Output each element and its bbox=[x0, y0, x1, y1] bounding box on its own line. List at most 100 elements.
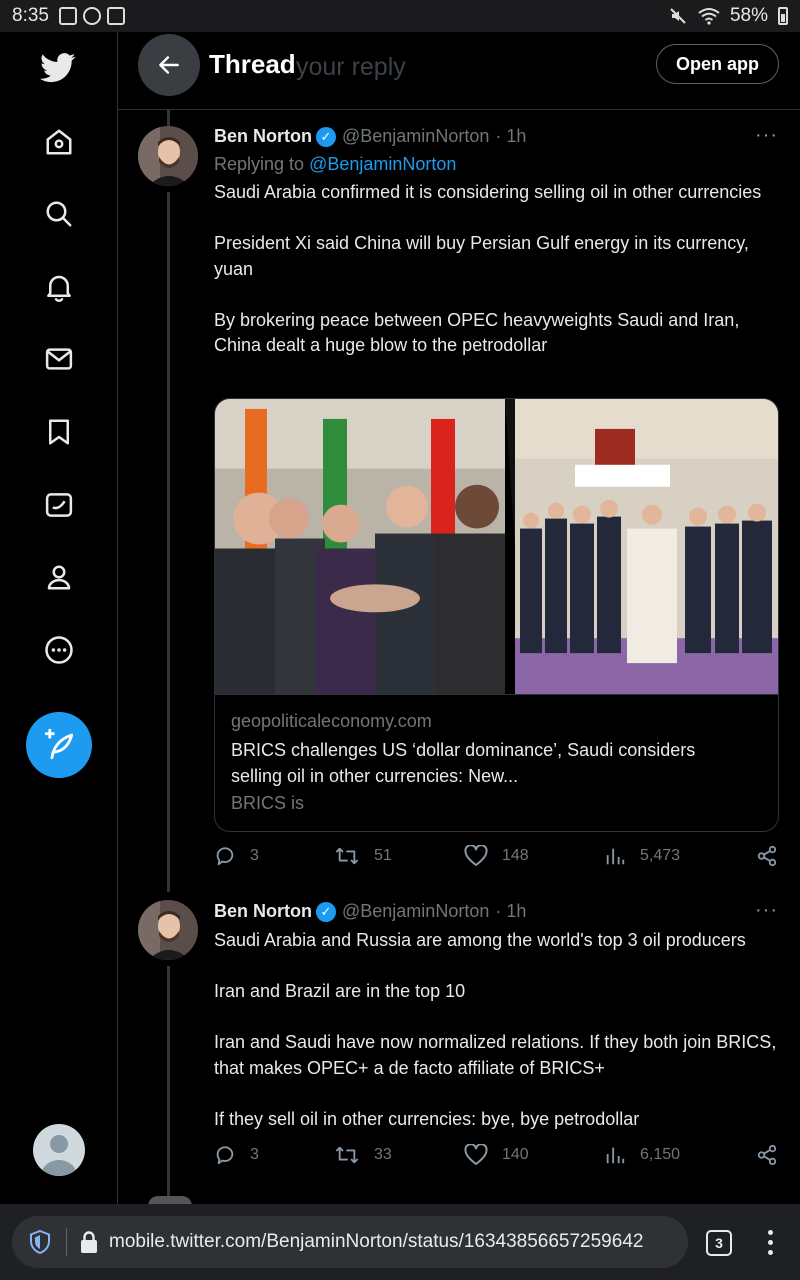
tweet-time[interactable]: · 1h bbox=[495, 901, 526, 922]
tab-switcher-button[interactable]: 3 bbox=[706, 1230, 732, 1256]
nav-profile[interactable] bbox=[35, 553, 83, 601]
share-icon bbox=[757, 845, 777, 867]
link-card-title: BRICS challenges US ‘dollar dominance’, … bbox=[231, 740, 696, 786]
battery-icon bbox=[778, 7, 788, 25]
avatar[interactable] bbox=[138, 900, 198, 960]
browser-toolbar: mobile.twitter.com/BenjaminNorton/status… bbox=[0, 1204, 800, 1280]
url-text: mobile.twitter.com/BenjaminNorton/status… bbox=[109, 1231, 644, 1252]
bookmark-icon bbox=[49, 419, 69, 445]
compose-tweet-button[interactable] bbox=[26, 712, 92, 778]
thread-line-top bbox=[167, 110, 170, 126]
nav-twitter-blue[interactable] bbox=[35, 481, 83, 529]
battery-percent: 58% bbox=[729, 5, 768, 26]
app-notification-icon bbox=[82, 7, 101, 25]
tweet-header: Ben Norton ✓ @BenjaminNorton · 1h bbox=[214, 126, 526, 147]
back-button[interactable] bbox=[138, 34, 200, 96]
retweet-icon bbox=[335, 1146, 358, 1164]
tweet-text: Saudi Arabia confirmed it is considering… bbox=[214, 182, 762, 355]
shield-icon[interactable] bbox=[22, 1216, 58, 1268]
gallery-notification-icon bbox=[58, 7, 77, 25]
views-chart-icon bbox=[606, 1147, 625, 1164]
verified-badge-icon: ✓ bbox=[316, 901, 336, 922]
browser-menu-icon[interactable] bbox=[768, 1230, 773, 1255]
profile-icon bbox=[47, 565, 71, 590]
thread-line bbox=[167, 192, 170, 892]
wifi-icon bbox=[698, 8, 720, 25]
link-card-image bbox=[215, 399, 778, 695]
nav-messages[interactable] bbox=[35, 335, 83, 383]
retweet-button[interactable]: 33 bbox=[334, 1144, 392, 1166]
view-count: 6,150 bbox=[640, 1146, 681, 1163]
views-chart-icon bbox=[606, 848, 625, 865]
share-icon bbox=[757, 1144, 777, 1166]
account-avatar[interactable] bbox=[33, 1124, 85, 1176]
like-count: 148 bbox=[502, 847, 529, 864]
retweet-count: 51 bbox=[374, 847, 392, 864]
tweet-text: Saudi Arabia and Russia are among the wo… bbox=[214, 930, 777, 1129]
twitter-blue-icon bbox=[45, 493, 73, 517]
like-count: 140 bbox=[502, 1146, 529, 1163]
share-button[interactable] bbox=[756, 845, 778, 867]
tweet-header: Ben Norton ✓ @BenjaminNorton · 1h bbox=[214, 901, 526, 922]
nav-bookmarks[interactable] bbox=[35, 408, 83, 456]
back-arrow-icon bbox=[159, 56, 179, 74]
home-icon bbox=[46, 129, 72, 155]
open-app-button[interactable]: Open app bbox=[656, 44, 779, 84]
like-button[interactable]: 148 bbox=[464, 845, 529, 867]
thread-line bbox=[167, 966, 170, 1196]
link-card-domain: geopoliticaleconomy.com bbox=[231, 711, 432, 731]
mail-icon bbox=[45, 348, 73, 370]
left-nav bbox=[0, 32, 118, 1204]
author-name[interactable]: Ben Norton bbox=[214, 901, 312, 922]
tweet-actions: 3 51 148 5,473 bbox=[214, 845, 780, 875]
heart-icon bbox=[464, 1144, 488, 1165]
views-button[interactable]: 5,473 bbox=[604, 845, 680, 867]
page-title: Thread bbox=[209, 49, 296, 79]
thread-header: your reply Thread Open app bbox=[118, 32, 800, 110]
reply-icon bbox=[216, 847, 234, 866]
tweet-time[interactable]: · 1h bbox=[495, 126, 526, 147]
author-handle[interactable]: @BenjaminNorton bbox=[342, 901, 489, 922]
views-button[interactable]: 6,150 bbox=[604, 1144, 680, 1166]
reply-placeholder-ghost: your reply bbox=[296, 53, 406, 81]
retweet-button[interactable]: 51 bbox=[334, 845, 392, 867]
view-count: 5,473 bbox=[640, 847, 681, 864]
address-bar[interactable]: mobile.twitter.com/BenjaminNorton/status… bbox=[12, 1216, 688, 1268]
feather-plus-icon bbox=[44, 728, 74, 760]
reply-count: 3 bbox=[250, 847, 259, 864]
more-options-icon[interactable]: ··· bbox=[755, 899, 778, 922]
status-bar: 8:35 58% bbox=[0, 0, 800, 32]
nav-notifications[interactable] bbox=[35, 263, 83, 311]
more-circle-icon bbox=[45, 636, 73, 664]
lock-icon bbox=[81, 1231, 97, 1253]
bell-icon bbox=[47, 275, 71, 302]
author-handle[interactable]: @BenjaminNorton bbox=[342, 126, 489, 147]
like-button[interactable]: 140 bbox=[464, 1144, 529, 1166]
link-card-description: BRICS is bbox=[231, 793, 305, 813]
avatar[interactable] bbox=[138, 126, 198, 186]
verified-badge-icon: ✓ bbox=[316, 126, 336, 147]
mute-icon bbox=[670, 8, 686, 24]
twitter-logo-icon[interactable] bbox=[34, 44, 82, 92]
reply-count: 3 bbox=[250, 1146, 259, 1163]
replying-to-link[interactable]: @BenjaminNorton bbox=[309, 154, 456, 174]
tweet-actions: 3 33 140 6,150 bbox=[214, 1144, 780, 1174]
reply-button[interactable]: 3 bbox=[214, 845, 259, 867]
replying-to: Replying to @BenjaminNorton bbox=[214, 154, 456, 175]
more-options-icon[interactable]: ··· bbox=[755, 124, 778, 147]
retweet-icon bbox=[335, 847, 358, 865]
link-card[interactable]: geopoliticaleconomy.com BRICS challenges… bbox=[214, 398, 779, 832]
heart-icon bbox=[464, 845, 488, 866]
replying-to-label: Replying to bbox=[214, 154, 305, 174]
nav-home[interactable] bbox=[35, 118, 83, 166]
share-button[interactable] bbox=[756, 1144, 778, 1166]
author-name[interactable]: Ben Norton bbox=[214, 126, 312, 147]
retweet-count: 33 bbox=[374, 1146, 392, 1163]
reply-button[interactable]: 3 bbox=[214, 1144, 259, 1166]
nav-more[interactable] bbox=[35, 626, 83, 674]
search-icon bbox=[46, 201, 72, 227]
reply-icon bbox=[216, 1146, 234, 1165]
nav-search[interactable] bbox=[35, 190, 83, 238]
check-notification-icon bbox=[106, 7, 125, 25]
status-time: 8:35 bbox=[12, 5, 49, 26]
